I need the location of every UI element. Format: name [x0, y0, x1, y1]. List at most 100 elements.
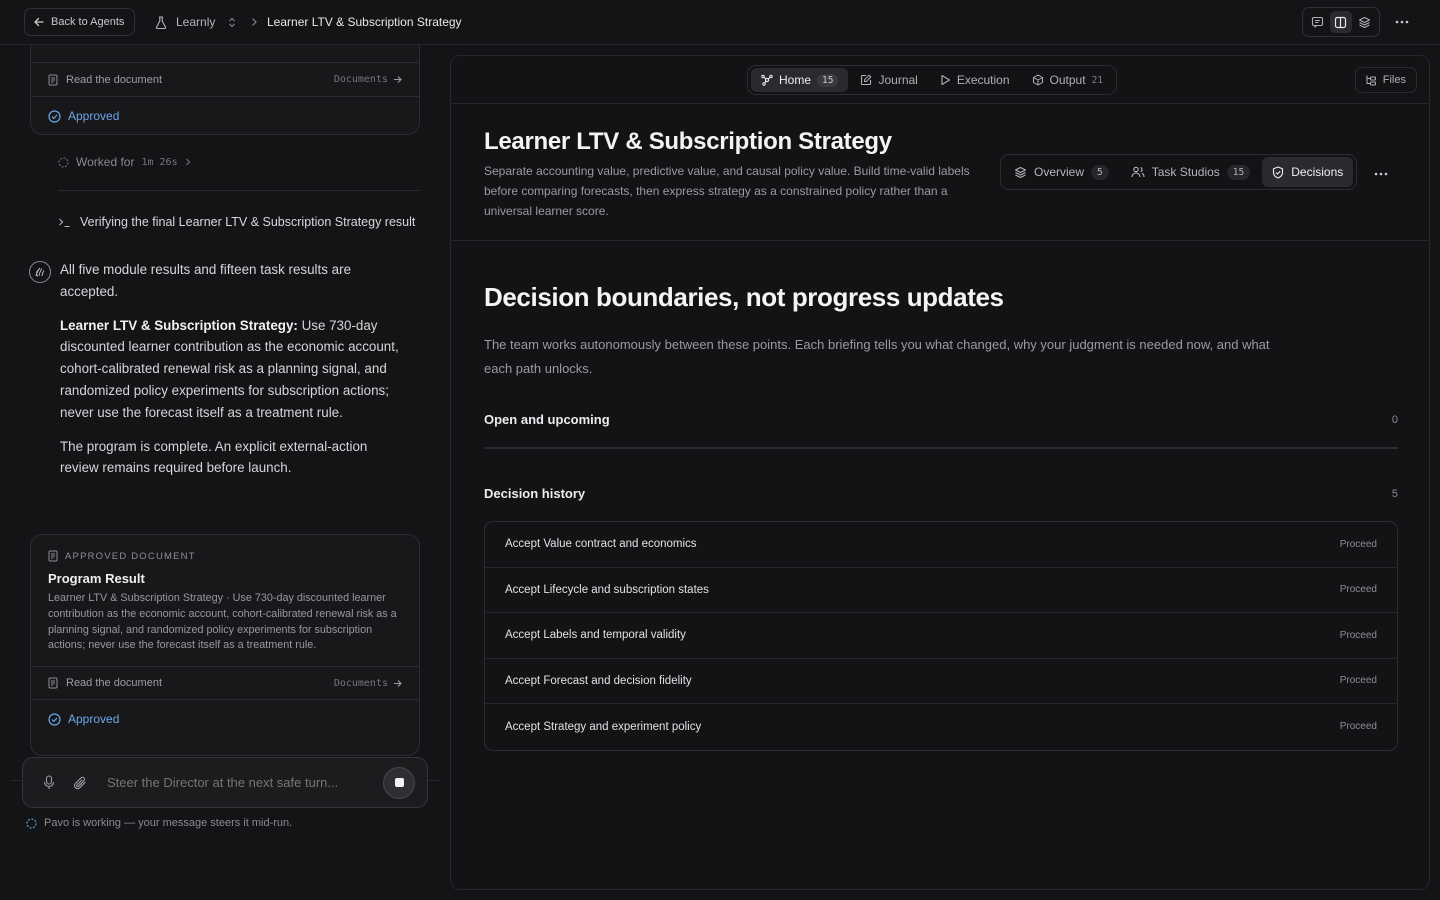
tab-count: 21 — [1091, 74, 1104, 86]
stop-button[interactable] — [383, 766, 415, 799]
message-paragraph: The program is complete. An explicit ext… — [60, 438, 368, 476]
read-document-row[interactable]: Read the document Documents — [31, 666, 419, 701]
tab-label: Decisions — [1291, 165, 1344, 179]
decision-row[interactable]: Accept Value contract and economics Proc… — [485, 522, 1397, 568]
decision-history-title: Decision history — [484, 486, 586, 501]
tab-decisions[interactable]: Decisions — [1262, 157, 1354, 187]
composer — [22, 757, 428, 808]
paperclip-icon[interactable] — [73, 776, 103, 790]
message-summary: Learner LTV & Subscription Strategy: Use… — [60, 315, 405, 424]
open-upcoming-title: Open and upcoming — [484, 412, 610, 427]
project-name: Learnly — [176, 15, 216, 29]
verify-text: Verifying the final Learner LTV & Subscr… — [80, 215, 416, 229]
run-status: Pavo is working — your message steers it… — [26, 817, 292, 829]
doc-kicker: APPROVED DOCUMENT — [31, 535, 419, 562]
tab-label: Overview — [1034, 165, 1085, 179]
decision-status: Proceed — [1339, 721, 1377, 733]
decision-status: Proceed — [1339, 675, 1377, 687]
approved-label: Approved — [68, 712, 120, 727]
agent-avatar — [29, 261, 51, 283]
tab-count: 15 — [817, 73, 839, 87]
document-icon — [48, 74, 58, 86]
layers-view-icon[interactable] — [1353, 11, 1375, 33]
tab-label: Task Studios — [1151, 165, 1220, 179]
check-circle-icon — [48, 713, 61, 726]
doc-kicker-label: APPROVED DOCUMENT — [65, 550, 196, 562]
decision-row[interactable]: Accept Strategy and experiment policy Pr… — [485, 704, 1397, 750]
decision-list: Accept Value contract and economics Proc… — [484, 521, 1398, 751]
tab-label: Execution — [956, 73, 1010, 87]
worked-duration: 1m 26s — [141, 156, 178, 168]
tab-journal[interactable]: Journal — [850, 68, 927, 92]
doc-title: Program Result — [48, 571, 145, 586]
package-icon — [1032, 74, 1044, 86]
divider — [451, 240, 1429, 241]
read-document-row[interactable]: Read the document Documents — [31, 63, 419, 97]
open-upcoming-header: Open and upcoming 0 — [484, 412, 1398, 427]
arrow-right-icon — [393, 75, 402, 84]
check-circle-icon — [48, 109, 61, 123]
approved-status: Approved — [31, 97, 419, 134]
documents-link[interactable]: Documents — [334, 74, 388, 85]
more-options-icon[interactable] — [1392, 12, 1412, 32]
decision-label: Accept Value contract and economics — [505, 538, 697, 551]
verify-step[interactable]: Verifying the final Learner LTV & Subscr… — [58, 215, 415, 229]
stop-icon — [394, 778, 404, 787]
more-options-icon[interactable] — [1371, 164, 1391, 184]
approved-status: Approved — [31, 700, 419, 738]
tab-count: 5 — [1091, 164, 1109, 180]
back-to-agents-button[interactable]: Back to Agents — [24, 8, 136, 36]
decision-label: Accept Forecast and decision fidelity — [505, 674, 692, 687]
decision-history-header: Decision history 5 — [484, 486, 1398, 501]
documents-link[interactable]: Documents — [334, 678, 388, 689]
decision-row[interactable]: Accept Lifecycle and subscription states… — [485, 568, 1397, 613]
tab-home[interactable]: Home 15 — [751, 68, 849, 92]
layers-icon — [1014, 166, 1027, 179]
tab-execution[interactable]: Execution — [930, 68, 1020, 92]
tab-task-studios[interactable]: Task Studios 15 — [1121, 157, 1261, 187]
section-heading: Decision boundaries, not progress update… — [484, 282, 1004, 312]
steer-input[interactable] — [103, 775, 383, 790]
microphone-icon[interactable] — [43, 775, 73, 790]
back-label: Back to Agents — [51, 16, 125, 28]
worked-for-row[interactable]: Worked for 1m 26s — [58, 155, 191, 169]
decision-label: Accept Strategy and experiment policy — [505, 720, 702, 733]
decision-row[interactable]: Accept Forecast and decision fidelity Pr… — [485, 659, 1397, 704]
breadcrumb: Learner LTV & Subscription Strategy — [250, 8, 462, 36]
document-icon — [48, 677, 58, 689]
program-result-card: APPROVED DOCUMENT Program Result Learner… — [30, 534, 420, 756]
read-document-label: Read the document — [66, 73, 163, 86]
document-card-top: Read the document Documents Approved — [30, 45, 420, 135]
divider — [58, 190, 420, 191]
agent-message: All five module results and fifteen task… — [60, 259, 405, 491]
decision-label: Accept Lifecycle and subscription states — [505, 583, 709, 596]
flask-icon — [155, 15, 167, 29]
tab-overview[interactable]: Overview 5 — [1004, 157, 1119, 187]
tab-output[interactable]: Output 21 — [1022, 68, 1113, 92]
terminal-icon — [58, 217, 71, 228]
decision-status: Proceed — [1339, 538, 1377, 550]
network-icon — [761, 74, 773, 86]
divider — [484, 447, 1398, 449]
main-tabs: Home 15 Journal Execution Output 21 — [747, 65, 1118, 95]
split-view-icon[interactable] — [1329, 11, 1352, 33]
tab-label: Home — [779, 73, 812, 87]
decision-history-count: 5 — [1391, 487, 1398, 500]
document-icon — [48, 550, 58, 562]
divider — [451, 103, 1429, 104]
chevron-right-icon — [185, 158, 191, 166]
chat-view-icon[interactable] — [1307, 11, 1329, 33]
files-button[interactable]: Files — [1354, 67, 1417, 93]
decision-status: Proceed — [1339, 584, 1377, 596]
page-title: Learner LTV & Subscription Strategy — [484, 128, 892, 155]
play-icon — [940, 74, 951, 86]
edit-note-icon — [860, 74, 872, 86]
tab-label: Output — [1049, 73, 1086, 87]
page-description: Separate accounting value, predictive va… — [484, 164, 970, 218]
folder-tree-icon — [1365, 74, 1377, 86]
workspace-panel: Home 15 Journal Execution Output 21 File… — [450, 55, 1430, 890]
section-tabs: Overview 5 Task Studios 15 Decisions — [1000, 154, 1358, 190]
arrow-right-icon — [393, 679, 402, 688]
project-switcher[interactable]: Learnly — [155, 8, 236, 36]
decision-row[interactable]: Accept Labels and temporal validity Proc… — [485, 613, 1397, 659]
